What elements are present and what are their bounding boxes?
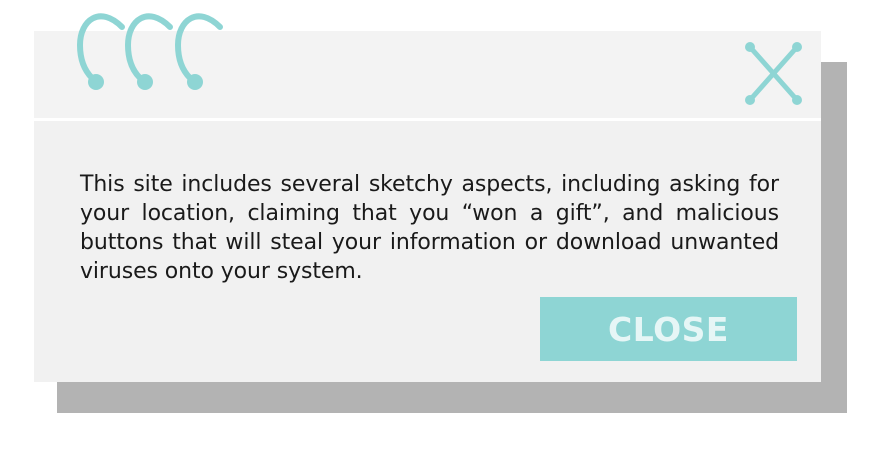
dialog-message: This site includes several sketchy aspec… [80,172,779,284]
close-x-icon[interactable] [740,40,806,106]
popup-stage: This site includes several sketchy aspec… [0,0,880,449]
dialog-header [34,31,821,118]
close-button[interactable]: CLOSE [540,297,797,361]
